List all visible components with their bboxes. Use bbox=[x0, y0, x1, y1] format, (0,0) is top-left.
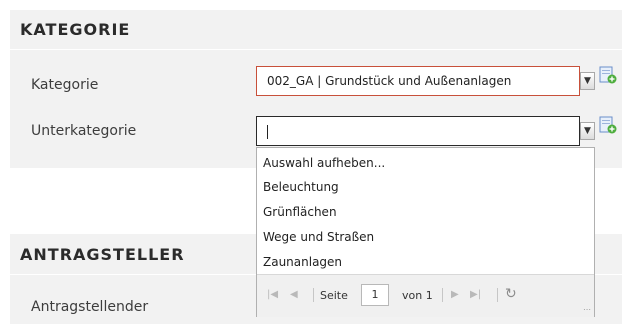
unterkategorie-dropdown-list: Auswahl aufheben... Beleuchtung Grünfläc… bbox=[256, 147, 595, 317]
toolbar-separator bbox=[497, 288, 498, 302]
kategorie-label: Kategorie bbox=[31, 77, 99, 93]
text-cursor bbox=[267, 125, 268, 139]
chevron-down-icon[interactable]: ▼ bbox=[580, 122, 595, 140]
last-page-icon[interactable]: ▶| bbox=[470, 289, 481, 300]
page-total: von 1 bbox=[402, 289, 433, 302]
paging-toolbar: |◀ ◀ Seite 1 von 1 ▶ ▶| ↻ ⋯ bbox=[257, 274, 594, 317]
kategorie-combobox[interactable]: 002_GA | Grundstück und Außenanlagen bbox=[256, 66, 580, 96]
antragstellender-label: Antragstellender bbox=[31, 299, 149, 315]
list-item[interactable]: Zaunanlagen bbox=[263, 255, 342, 269]
section-divider bbox=[10, 49, 622, 50]
next-page-icon[interactable]: ▶ bbox=[451, 289, 459, 300]
add-document-icon[interactable] bbox=[599, 116, 617, 134]
unterkategorie-combobox[interactable] bbox=[256, 116, 580, 146]
toolbar-separator bbox=[442, 288, 443, 302]
list-item[interactable]: Grünflächen bbox=[263, 205, 337, 219]
refresh-icon[interactable]: ↻ bbox=[505, 286, 517, 302]
chevron-down-icon[interactable]: ▼ bbox=[580, 72, 595, 90]
add-document-icon[interactable] bbox=[599, 66, 617, 84]
resize-grip-icon[interactable]: ⋯ bbox=[583, 305, 591, 314]
prev-page-icon[interactable]: ◀ bbox=[290, 289, 298, 300]
page-number-input[interactable]: 1 bbox=[361, 284, 389, 306]
toolbar-separator bbox=[313, 288, 314, 302]
list-item[interactable]: Wege und Straßen bbox=[263, 230, 374, 244]
list-item[interactable]: Beleuchtung bbox=[263, 180, 339, 194]
first-page-icon[interactable]: |◀ bbox=[267, 289, 278, 300]
page-label: Seite bbox=[320, 289, 348, 302]
kategorie-value: 002_GA | Grundstück und Außenanlagen bbox=[267, 74, 512, 88]
kategorie-section-title: KATEGORIE bbox=[20, 20, 131, 39]
unterkategorie-label: Unterkategorie bbox=[31, 123, 137, 139]
antragsteller-section-title: ANTRAGSTELLER bbox=[20, 245, 185, 264]
list-item[interactable]: Auswahl aufheben... bbox=[263, 156, 385, 170]
